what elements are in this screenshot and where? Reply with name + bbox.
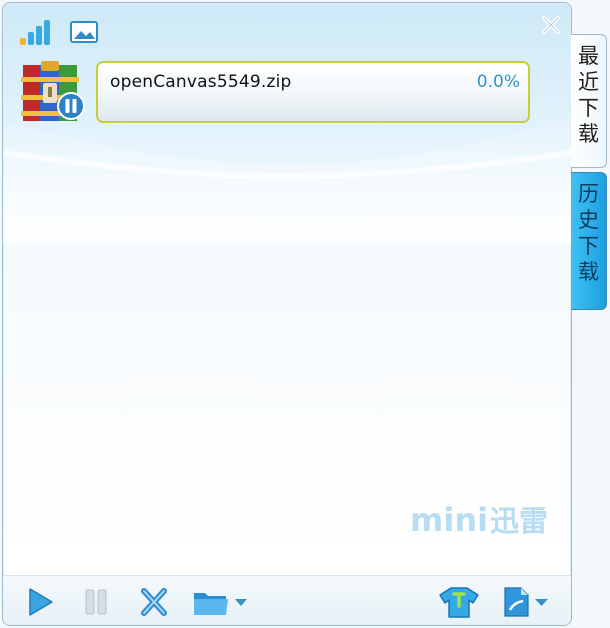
close-button[interactable] — [537, 11, 565, 39]
folder-icon — [194, 593, 228, 615]
pause-badge-icon — [57, 92, 85, 120]
winrar-archive-icon — [19, 61, 89, 127]
mini-thunder-logo: mini 迅雷 — [408, 497, 558, 545]
tab-recent-char: 下 — [578, 96, 599, 120]
skin-button[interactable] — [437, 584, 481, 620]
download-progress: 0.0% — [476, 72, 520, 92]
tab-history-char: 史 — [578, 208, 599, 232]
bottom-toolbar — [3, 575, 571, 625]
download-item[interactable]: openCanvas5549.zip 0.0% — [96, 61, 530, 123]
signal-bars-icon[interactable] — [18, 17, 54, 47]
pause-icon — [85, 589, 107, 615]
tab-history-char: 载 — [578, 260, 599, 284]
tab-recent-char: 近 — [578, 70, 599, 94]
new-task-button[interactable] — [499, 584, 555, 620]
tab-history-char: 下 — [578, 234, 599, 258]
tab-recent-char: 最 — [578, 44, 599, 68]
skin-shirt-icon — [439, 587, 479, 618]
tab-history-char: 历 — [578, 182, 599, 206]
play-icon — [29, 588, 53, 616]
close-icon — [542, 16, 560, 34]
open-folder-button[interactable] — [191, 584, 253, 620]
download-filename: openCanvas5549.zip — [110, 72, 292, 92]
pause-button[interactable] — [81, 584, 111, 620]
dropdown-arrow-icon — [235, 599, 247, 606]
mini-thunder-window: openCanvas5549.zip 0.0% mini 迅雷 — [2, 2, 572, 626]
logo-prefix: mini — [410, 501, 488, 539]
picture-icon[interactable] — [69, 19, 99, 45]
new-task-icon — [504, 587, 529, 617]
delete-button[interactable] — [137, 584, 171, 620]
tab-history-downloads[interactable]: 历 史 下 载 — [571, 172, 607, 310]
delete-icon — [141, 588, 167, 616]
tab-recent-downloads[interactable]: 最 近 下 载 — [571, 34, 607, 168]
start-button[interactable] — [23, 584, 57, 620]
dropdown-arrow-icon — [535, 599, 548, 606]
logo-suffix: 迅雷 — [490, 504, 548, 538]
tab-recent-char: 载 — [578, 122, 599, 146]
